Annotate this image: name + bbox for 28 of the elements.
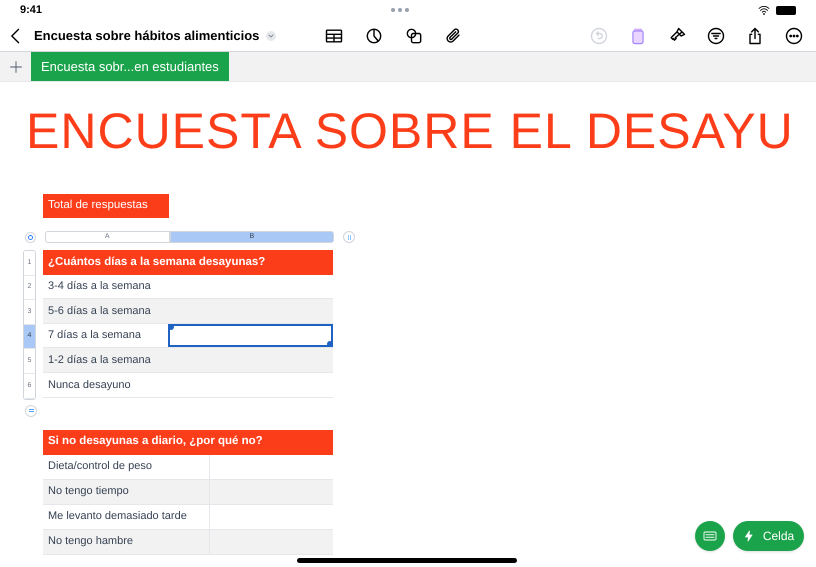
table-cell: 5-6 días a la semana xyxy=(43,299,168,324)
filter-icon[interactable] xyxy=(706,26,726,46)
table-header-cell: ¿Cuántos días a la semana desayunas? xyxy=(43,250,333,275)
lightning-icon xyxy=(742,530,755,542)
more-icon[interactable] xyxy=(784,26,804,46)
battery-icon xyxy=(776,6,796,14)
multitask-dots-icon[interactable] xyxy=(390,8,409,12)
sheet-tab[interactable]: Encuesta sobr...en estudiantes xyxy=(31,52,229,81)
table-cell: 1-2 días a la semana xyxy=(43,348,168,373)
add-row-icon[interactable] xyxy=(25,404,37,417)
add-sheet-icon[interactable] xyxy=(8,58,24,74)
wifi-icon xyxy=(757,4,771,16)
table-cell: No tengo tiempo xyxy=(43,480,210,504)
chart-icon[interactable] xyxy=(364,26,384,46)
table-cell: 3-4 días a la semana xyxy=(43,274,168,300)
table-cell: No tengo hambre xyxy=(43,530,210,554)
document-title[interactable]: Encuesta sobre hábitos alimenticios xyxy=(34,26,260,46)
table-handle-icon[interactable] xyxy=(25,232,36,242)
chevron-down-icon[interactable] xyxy=(265,30,278,42)
table-header-cell: Si no desayunas a diario, ¿por qué no? xyxy=(43,430,333,455)
keyboard-button[interactable] xyxy=(695,521,725,551)
cell-button[interactable]: Celda xyxy=(733,521,804,551)
status-time: 9:41 xyxy=(20,2,42,18)
table-cell: Me levanto demasiado tarde xyxy=(43,504,210,529)
sheet-title: ENCUESTA SOBRE EL DESAYU xyxy=(26,106,795,156)
shapes-icon[interactable] xyxy=(404,26,424,46)
table-cell: Dieta/control de peso xyxy=(43,454,210,479)
text-box: Total de respuestas xyxy=(43,194,169,218)
